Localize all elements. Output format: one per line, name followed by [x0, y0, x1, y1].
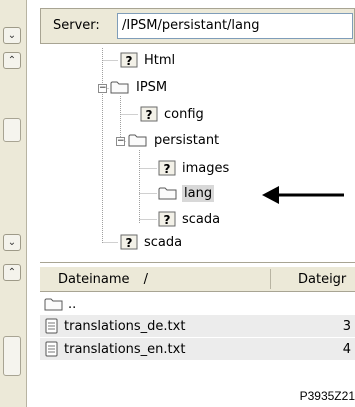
tree-item-label: persistant [154, 132, 220, 148]
tree-item-label: IPSM [136, 79, 168, 95]
file-name: .. [68, 296, 77, 312]
svg-text:?: ? [126, 236, 133, 250]
file-name: translations_en.txt [64, 341, 186, 357]
server-bar: Server: /IPSM/persistant/lang [40, 8, 355, 44]
file-name: translations_de.txt [64, 318, 186, 334]
list-item[interactable]: translations_en.txt 4 [40, 338, 355, 360]
list-header: Dateiname / Dateigr [40, 267, 355, 292]
column-header-name[interactable]: Dateiname / [58, 272, 148, 287]
column-divider[interactable] [270, 269, 271, 289]
chevron-up-icon[interactable]: ⌃ [3, 52, 21, 69]
tree-item-label: lang [182, 184, 215, 202]
tree-item[interactable]: persistant [128, 130, 221, 150]
text-file-icon [45, 341, 58, 357]
svg-text:?: ? [164, 162, 171, 176]
unknown-type-icon: ? [140, 106, 158, 122]
file-size: 3 [342, 318, 351, 334]
figure-caption: P3935Z21 [299, 389, 355, 403]
folder-up-icon [44, 298, 63, 311]
tree-item[interactable]: ? scada [158, 209, 222, 229]
scrollbar-thumb[interactable] [3, 118, 21, 142]
tree-item-label: config [164, 106, 204, 122]
sort-indicator: / [143, 272, 148, 287]
tree-item-label: scada [144, 234, 183, 250]
file-list: Dateiname / Dateigr .. translations_de.tx… [40, 262, 355, 385]
tree-item-selected[interactable]: lang [158, 183, 215, 203]
tree-item[interactable]: IPSM [110, 77, 169, 97]
list-item[interactable]: .. [40, 293, 355, 315]
screenshot-frame: ⌄ ⌃ ⌄ ⌃ Server: /IPSM/persistant/lang − … [0, 0, 355, 407]
text-file-icon [45, 318, 58, 334]
folder-icon [128, 134, 147, 147]
column-header-size[interactable]: Dateigr [298, 272, 346, 287]
unknown-type-icon: ? [158, 211, 176, 227]
unknown-type-icon: ? [120, 52, 138, 68]
unknown-type-icon: ? [158, 160, 176, 176]
tree-item[interactable]: ? config [140, 104, 206, 124]
left-pane-scrollbar[interactable]: ⌄ ⌃ ⌄ ⌃ [0, 0, 27, 407]
svg-text:?: ? [146, 108, 153, 122]
tree-item[interactable]: ? images [158, 158, 231, 178]
directory-tree: − − ? Html IPSM ? config persistant ? im… [40, 44, 355, 256]
chevron-down-icon[interactable]: ⌄ [3, 27, 21, 44]
tree-item-label: scada [182, 211, 221, 227]
svg-text:?: ? [164, 213, 171, 227]
pointer-arrow-icon [262, 186, 344, 204]
scrollbar-thumb[interactable] [3, 336, 21, 376]
tree-item-label: Html [144, 52, 176, 68]
column-name-label: Dateiname [58, 272, 130, 287]
folder-icon [158, 187, 177, 200]
server-path-input[interactable]: /IPSM/persistant/lang [117, 13, 353, 39]
server-label: Server: [53, 18, 100, 33]
tree-item-label: images [182, 160, 230, 176]
chevron-up-icon[interactable]: ⌃ [3, 264, 21, 281]
collapse-icon[interactable]: − [116, 137, 125, 146]
collapse-icon[interactable]: − [98, 84, 107, 93]
tree-item[interactable]: ? Html [120, 50, 177, 70]
chevron-down-icon[interactable]: ⌄ [3, 234, 21, 251]
svg-text:?: ? [126, 54, 133, 68]
list-item[interactable]: translations_de.txt 3 [40, 315, 355, 337]
unknown-type-icon: ? [120, 234, 138, 250]
file-size: 4 [342, 341, 351, 357]
folder-icon [110, 81, 129, 94]
tree-item[interactable]: ? scada [120, 232, 184, 252]
